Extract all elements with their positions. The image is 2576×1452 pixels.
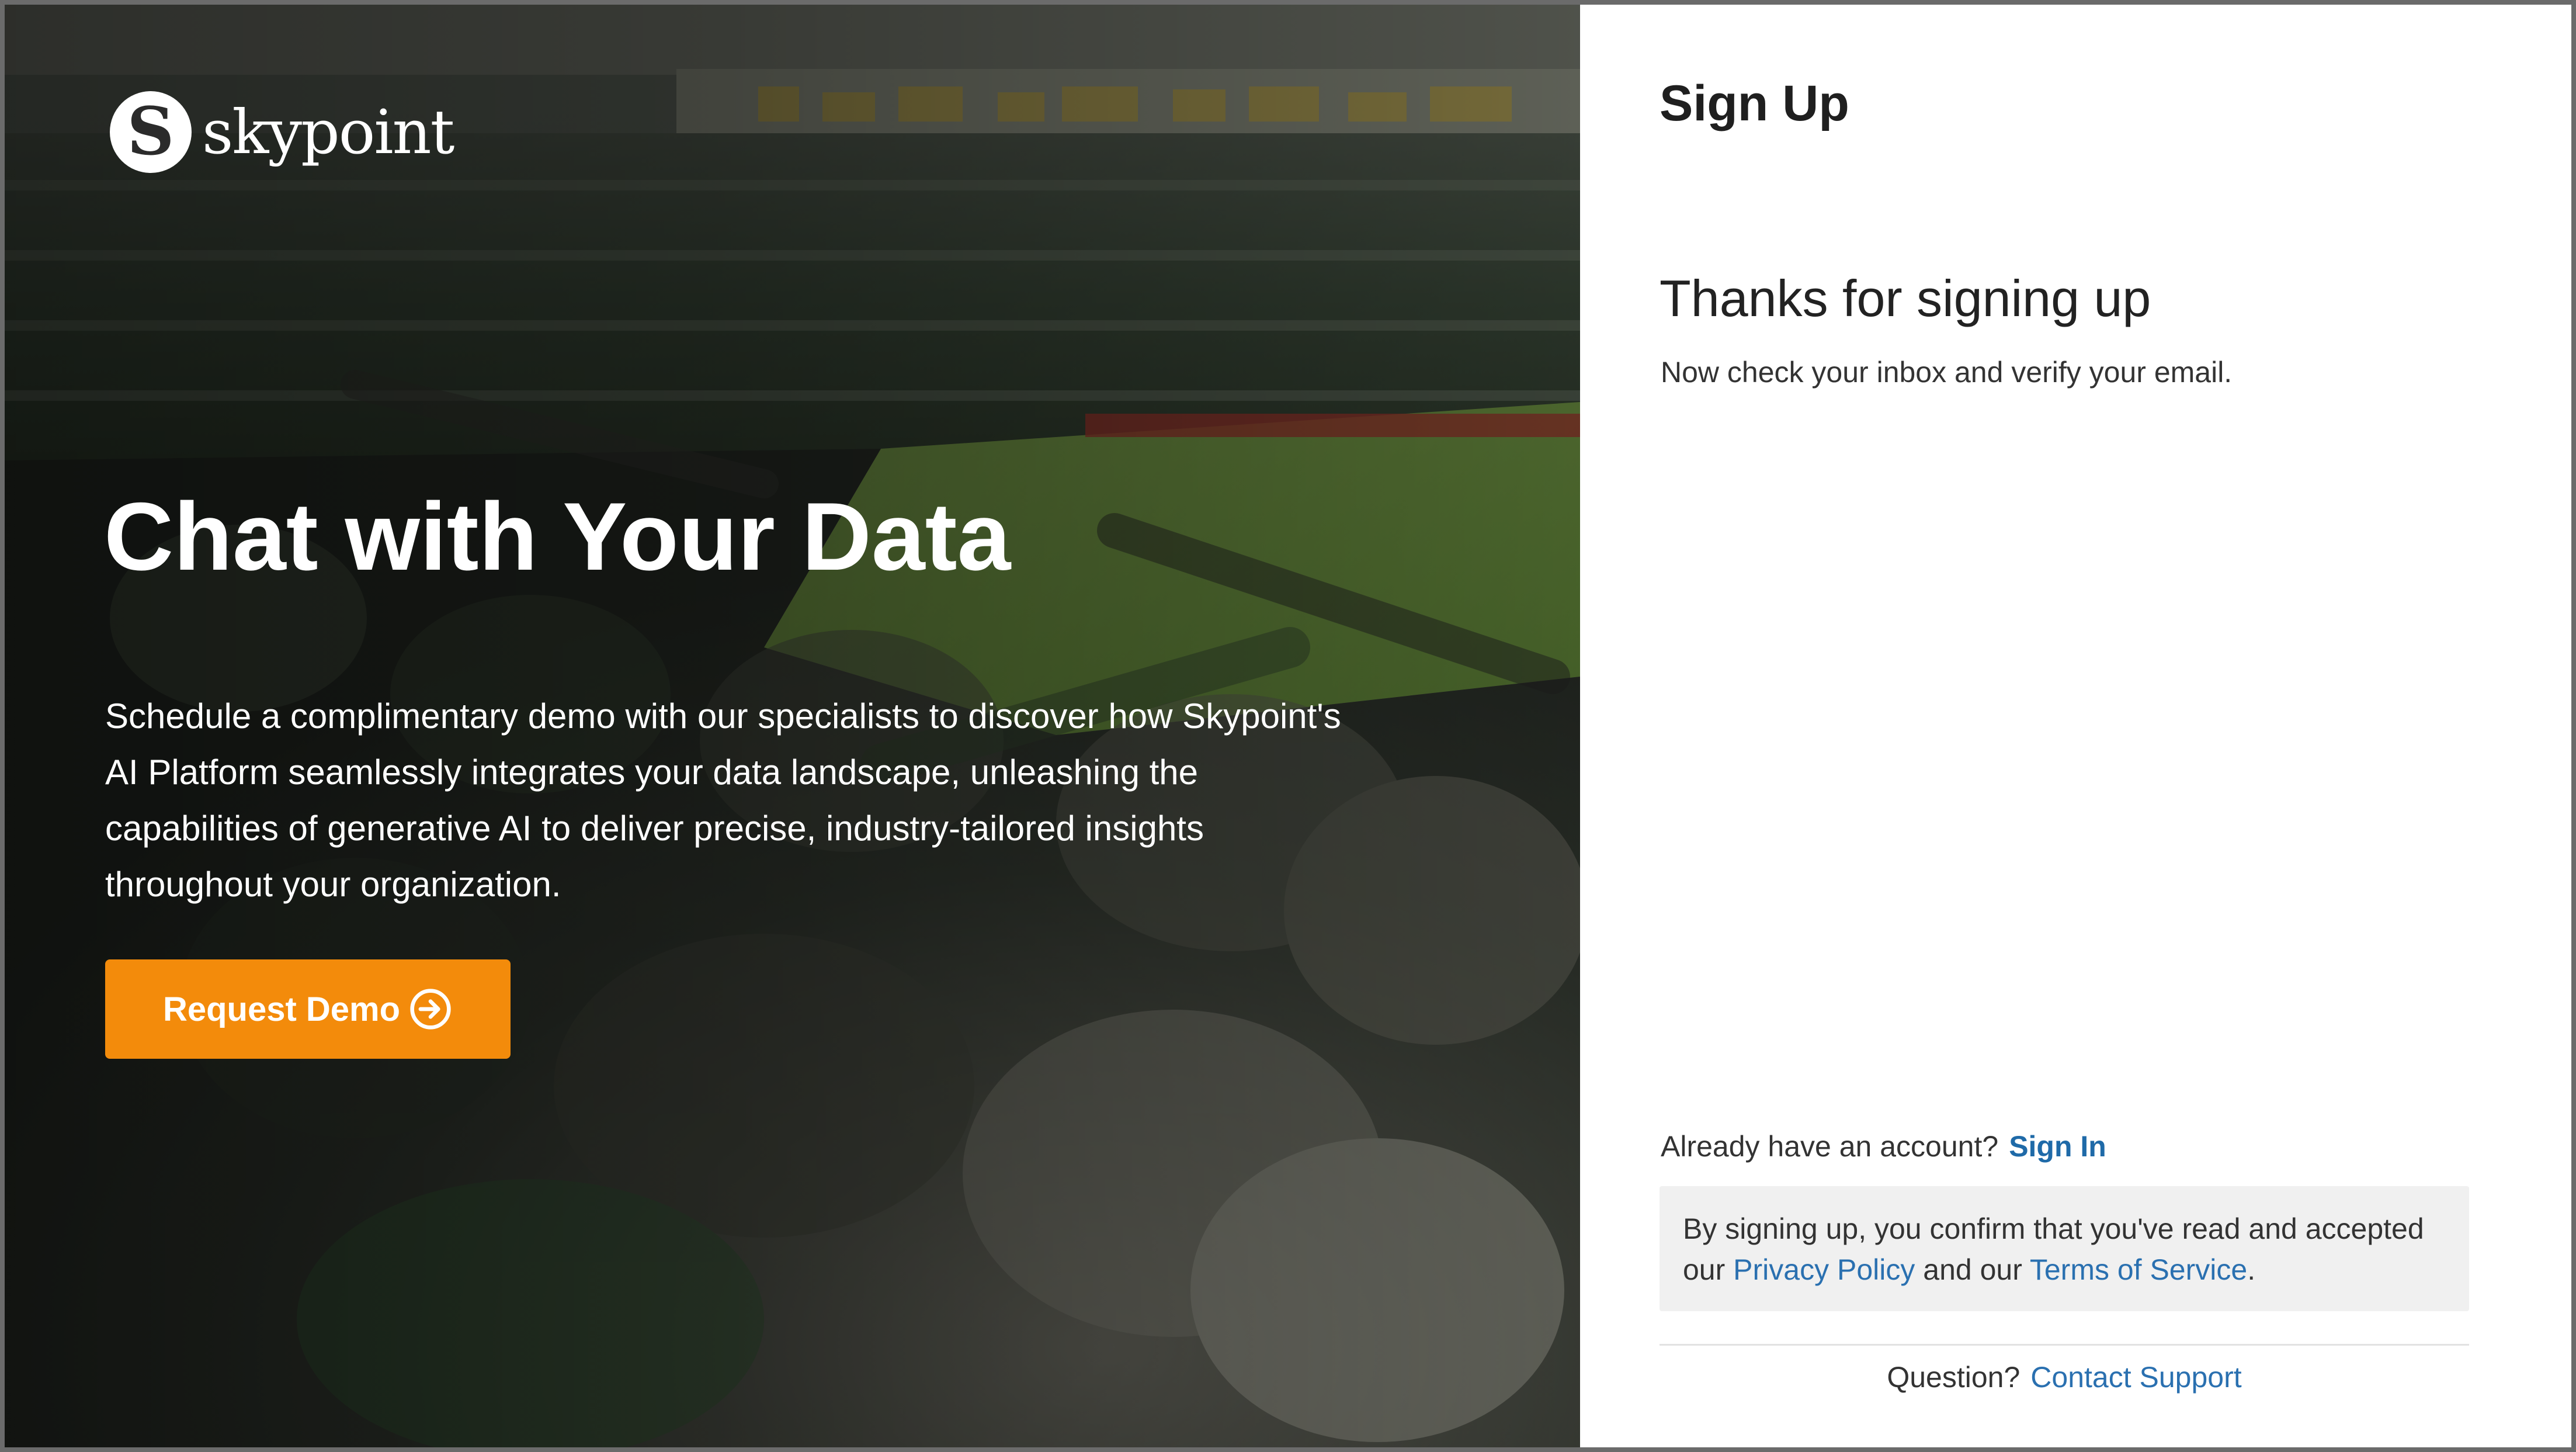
logo-wordmark: skypoint xyxy=(202,96,454,168)
request-demo-button[interactable]: Request Demo xyxy=(105,959,511,1059)
consent-middle: and our xyxy=(1923,1253,2022,1286)
terms-of-service-link[interactable]: Terms of Service xyxy=(2030,1253,2247,1286)
signup-panel: Sign Up Thanks for signing up Now check … xyxy=(1580,5,2571,1447)
logo-mark-icon: S xyxy=(110,91,192,173)
sign-in-link[interactable]: Sign In xyxy=(2009,1130,2106,1163)
consent-suffix: . xyxy=(2247,1253,2256,1286)
already-account-text: Already have an account? xyxy=(1661,1130,1999,1163)
hero-description: Schedule a complimentary demo with our s… xyxy=(105,696,1341,904)
request-demo-label: Request Demo xyxy=(162,990,401,1028)
hero-title: Chat with Your Data xyxy=(104,483,1011,590)
already-have-account: Already have an account? Sign In xyxy=(1661,1129,2106,1163)
page-title: Sign Up xyxy=(1660,75,1849,131)
hero-panel: S skypoint Chat with Your Data Schedule … xyxy=(5,5,1580,1447)
skypoint-logo[interactable]: S skypoint xyxy=(110,91,454,173)
consent-notice: By signing up, you confirm that you've r… xyxy=(1660,1186,2469,1311)
window-frame: S skypoint Chat with Your Data Schedule … xyxy=(0,0,2576,1452)
contact-support-link[interactable]: Contact Support xyxy=(2030,1361,2241,1394)
thanks-heading: Thanks for signing up xyxy=(1660,269,2151,327)
question-text: Question? xyxy=(1887,1361,2020,1394)
privacy-policy-link[interactable]: Privacy Policy xyxy=(1733,1253,1915,1286)
verify-email-message: Now check your inbox and verify your ema… xyxy=(1661,356,2233,389)
footer-divider xyxy=(1660,1344,2469,1346)
support-footer: Question? Contact Support xyxy=(1660,1360,2469,1394)
arrow-circle-right-icon xyxy=(410,989,451,1030)
